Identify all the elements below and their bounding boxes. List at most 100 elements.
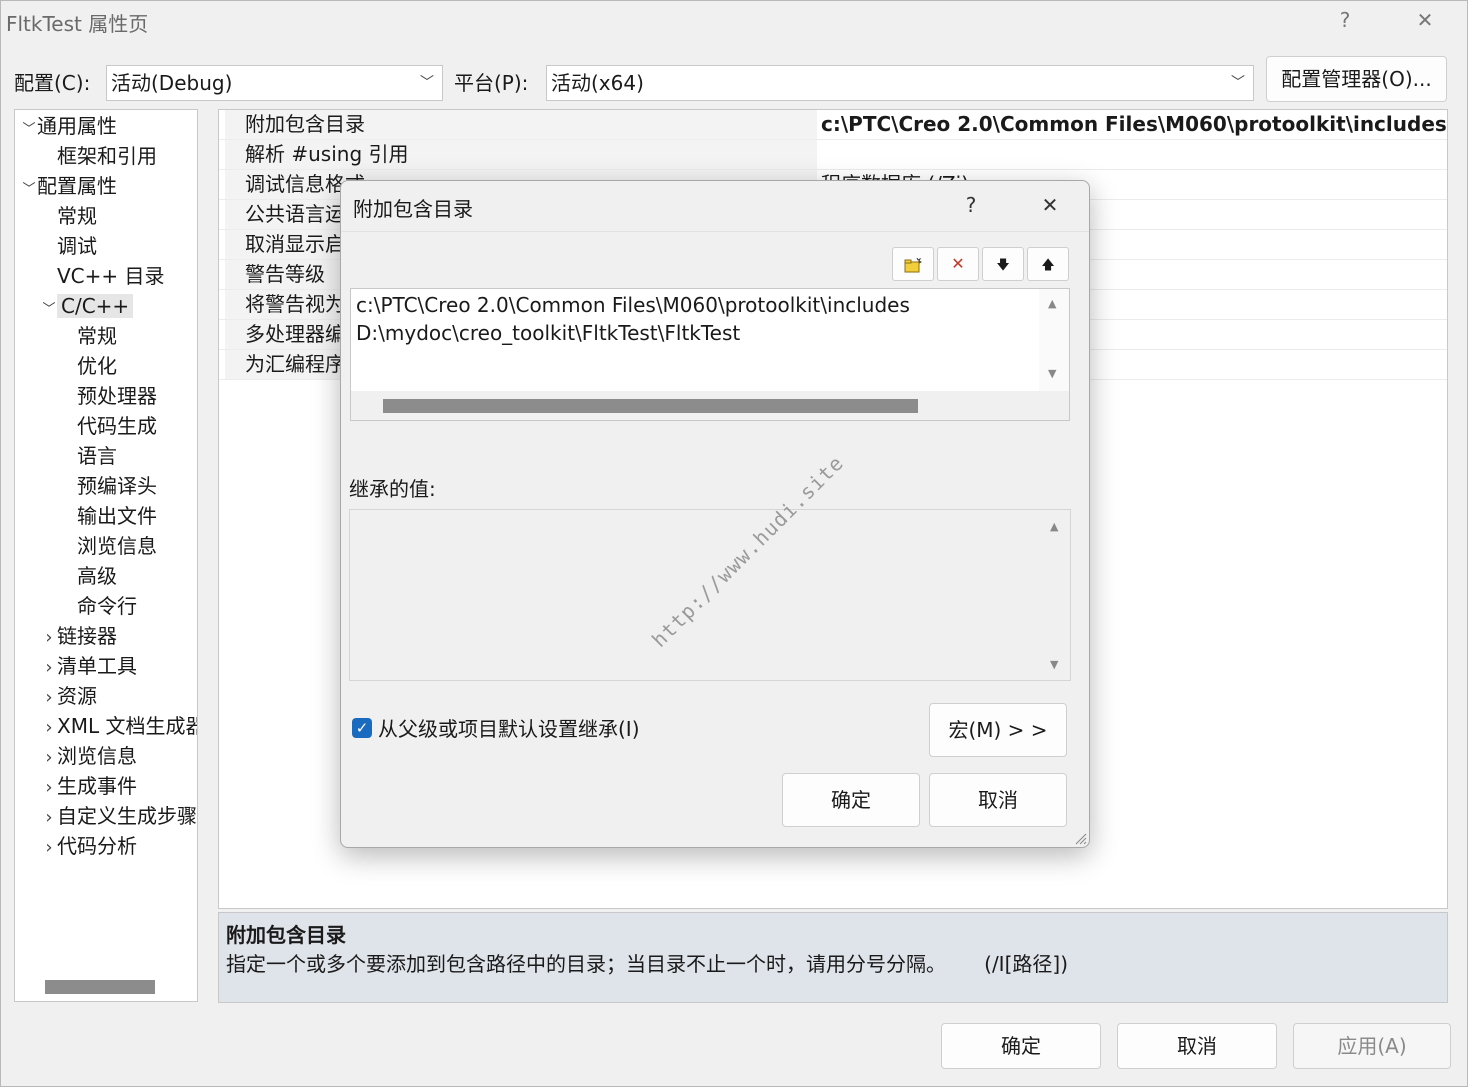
ok-button[interactable]: 确定 <box>941 1023 1101 1069</box>
tree-item[interactable]: ﹀通用属性 <box>21 113 117 143</box>
directory-list[interactable]: c:\PTC\Creo 2.0\Common Files\M060\protoo… <box>350 288 1070 421</box>
tree-item[interactable]: 优化 <box>61 353 117 379</box>
tree-item[interactable]: › 浏览信息 <box>41 743 137 771</box>
chevron-right-icon[interactable]: › <box>41 625 57 651</box>
platform-select[interactable]: 活动(x64) ﹀ <box>546 65 1254 101</box>
chevron-down-icon[interactable]: ﹀ <box>21 177 37 203</box>
inherit-checkbox[interactable]: ✓ 从父级或项目默认设置继承(I) <box>352 713 640 742</box>
new-line-button[interactable] <box>892 247 934 281</box>
config-select[interactable]: 活动(Debug) ﹀ <box>106 65 443 101</box>
property-name: 解析 #using 引用 <box>225 140 817 169</box>
chevron-right-icon[interactable]: › <box>41 835 57 861</box>
tree-item-label: C/C++ <box>57 294 134 318</box>
chevron-down-icon[interactable]: ﹀ <box>21 117 37 143</box>
directory-entry[interactable]: c:\PTC\Creo 2.0\Common Files\M060\protoo… <box>356 291 910 319</box>
config-manager-button[interactable]: 配置管理器(O)... <box>1266 56 1447 102</box>
tree-item-label: 配置属性 <box>37 174 117 198</box>
tree-item-label: 代码分析 <box>57 834 137 858</box>
chevron-down-icon[interactable]: ﹀ <box>41 297 57 323</box>
tree-item[interactable]: 高级 <box>61 563 117 589</box>
chevron-right-icon[interactable]: › <box>41 805 57 831</box>
chevron-down-icon: ﹀ <box>420 75 434 91</box>
chevron-down-icon: ﹀ <box>1231 75 1245 91</box>
property-row[interactable]: 解析 #using 引用 <box>219 140 1447 170</box>
dialog-close-button[interactable]: ✕ <box>1035 193 1065 217</box>
directory-list-hscrollbar[interactable] <box>351 391 1069 420</box>
tree-item-label: 生成事件 <box>57 774 137 798</box>
tree-item[interactable]: › 资源 <box>41 683 97 711</box>
dialog-ok-button[interactable]: 确定 <box>782 773 920 827</box>
tree-item[interactable]: 调试 <box>41 233 97 259</box>
property-row[interactable]: 附加包含目录 c:\PTC\Creo 2.0\Common Files\M060\… <box>219 110 1447 140</box>
tree-item-label: 预处理器 <box>77 384 157 408</box>
property-value[interactable]: c:\PTC\Creo 2.0\Common Files\M060\protoo… <box>821 110 1447 139</box>
tree-item[interactable]: › 链接器 <box>41 623 117 651</box>
tree-item[interactable]: 预编译头 <box>61 473 157 499</box>
resize-grip-icon[interactable] <box>1073 831 1087 845</box>
config-select-value: 活动(Debug) <box>111 71 233 95</box>
tree-item[interactable]: › 清单工具 <box>41 653 137 681</box>
description-title: 附加包含目录 <box>226 923 346 947</box>
macro-button[interactable]: 宏(M) > > <box>929 703 1067 757</box>
chevron-right-icon[interactable]: › <box>41 745 57 771</box>
tree-item[interactable]: › 代码分析 <box>41 833 137 861</box>
scroll-down-icon[interactable]: ▼ <box>1050 658 1058 671</box>
tree-item-label: 浏览信息 <box>77 534 157 558</box>
move-down-icon: 🡇 <box>996 258 1010 273</box>
directory-list-vscrollbar[interactable]: ▲ ▼ <box>1039 289 1069 391</box>
apply-button[interactable]: 应用(A) <box>1293 1023 1451 1069</box>
tree-item-label: 资源 <box>57 684 97 708</box>
tree-item-label: 语言 <box>77 444 117 468</box>
chevron-right-icon[interactable]: › <box>41 775 57 801</box>
tree-item[interactable]: › 生成事件 <box>41 773 137 801</box>
cancel-button[interactable]: 取消 <box>1117 1023 1277 1069</box>
tree-item[interactable]: 语言 <box>61 443 117 469</box>
close-button[interactable]: ✕ <box>1410 8 1440 32</box>
tree-item[interactable]: 输出文件 <box>61 503 157 529</box>
tree-item[interactable]: 浏览信息 <box>61 533 157 559</box>
tree-hscrollbar[interactable] <box>45 980 155 994</box>
move-up-button[interactable]: 🡅 <box>1027 247 1069 281</box>
config-label: 配置(C): <box>14 71 91 95</box>
window-title: FltkTest 属性页 <box>6 12 149 36</box>
dialog-help-button[interactable]: ? <box>956 193 986 217</box>
tree-item-label: 常规 <box>57 204 97 228</box>
description-panel: 附加包含目录 指定一个或多个要添加到包含路径中的目录；当目录不止一个时，请用分号… <box>218 912 1448 1003</box>
tree-item[interactable]: ﹀配置属性 <box>21 173 117 203</box>
delete-icon: ✕ <box>951 254 965 273</box>
tree-item-label: 高级 <box>77 564 117 588</box>
hscroll-thumb[interactable] <box>383 399 918 413</box>
platform-select-value: 活动(x64) <box>551 71 644 95</box>
directory-entry[interactable]: D:\mydoc\creo_toolkit\FltkTest\FltkTest <box>356 319 910 347</box>
chevron-right-icon[interactable]: › <box>41 715 57 741</box>
scroll-up-icon[interactable]: ▲ <box>1050 520 1058 533</box>
tree-item[interactable]: › XML 文档生成器 <box>41 713 197 741</box>
new-folder-icon <box>904 257 923 272</box>
move-up-icon: 🡅 <box>1041 258 1055 273</box>
move-down-button[interactable]: 🡇 <box>982 247 1024 281</box>
tree-item[interactable]: ﹀ C/C++ <box>41 293 134 323</box>
tree-item[interactable]: VC++ 目录 <box>41 263 165 289</box>
tree-item[interactable]: 框架和引用 <box>41 143 157 169</box>
tree-item[interactable]: 预处理器 <box>61 383 157 409</box>
tree-item-label: 调试 <box>57 234 97 258</box>
scroll-down-icon[interactable]: ▼ <box>1048 367 1056 380</box>
tree-item[interactable]: 常规 <box>41 203 97 229</box>
tree-item[interactable]: 常规 <box>61 323 117 349</box>
delete-line-button[interactable]: ✕ <box>937 247 979 281</box>
tree-item[interactable]: 代码生成 <box>61 413 157 439</box>
checkmark-icon: ✓ <box>352 717 372 738</box>
tree-item-label: 通用属性 <box>37 114 117 138</box>
tree-item[interactable]: › 自定义生成步骤 <box>41 803 197 831</box>
scroll-up-icon[interactable]: ▲ <box>1048 297 1056 310</box>
dialog-cancel-button[interactable]: 取消 <box>929 773 1067 827</box>
tree-item-label: 命令行 <box>77 594 137 618</box>
chevron-right-icon[interactable]: › <box>41 685 57 711</box>
property-name: 附加包含目录 <box>225 110 817 139</box>
chevron-right-icon[interactable]: › <box>41 655 57 681</box>
help-button[interactable]: ? <box>1330 8 1360 32</box>
tree-item[interactable]: 命令行 <box>61 593 137 619</box>
category-tree[interactable]: ﹀通用属性 框架和引用 ﹀配置属性 常规 调试 VC++ 目录 ﹀ C/C++ 常规 优化 预处理器… <box>14 109 198 1002</box>
tree-item-label: 清单工具 <box>57 654 137 678</box>
tree-item-label: VC++ 目录 <box>57 264 165 288</box>
